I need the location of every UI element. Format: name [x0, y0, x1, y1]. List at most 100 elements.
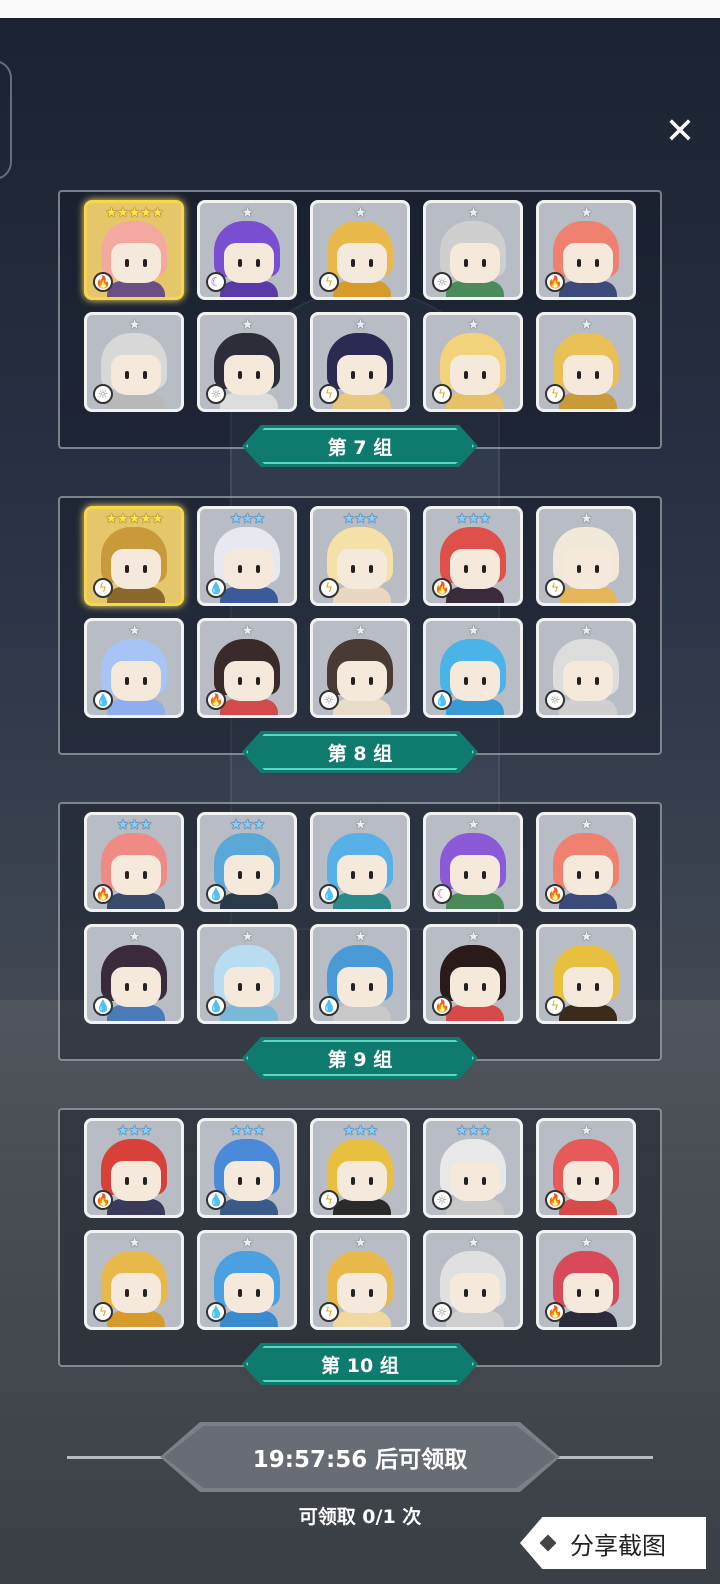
- hero-eye: [256, 565, 260, 573]
- hero-card[interactable]: ★ ☼: [197, 312, 297, 412]
- hero-card[interactable]: ★ ☼: [536, 618, 636, 718]
- hero-eye: [595, 1289, 599, 1297]
- hero-card[interactable]: ★★★★★ ϟ: [84, 506, 184, 606]
- star-rating: ★: [580, 1123, 593, 1139]
- hero-group: ★★★ 🔥 ★★★ 💧 ★ 💧 ★ ☾ ★ 🔥 ★ 💧 ★ 💧 ★ 💧 ★ 🔥 ★ ϟ 第 9 组: [58, 802, 662, 1079]
- hero-card[interactable]: ★ 💧: [84, 924, 184, 1024]
- hero-portrait-face: [224, 549, 274, 589]
- hero-eye: [351, 983, 355, 991]
- hero-card[interactable]: ★ ☼: [423, 1230, 523, 1330]
- hero-card[interactable]: ★ 🔥: [423, 924, 523, 1024]
- hero-portrait-body: [446, 1199, 504, 1215]
- hero-card[interactable]: ★★★ 💧: [197, 812, 297, 912]
- close-button[interactable]: ✕: [661, 110, 699, 152]
- share-screenshot-button[interactable]: 分享截图: [520, 1517, 706, 1569]
- hero-card[interactable]: ★ ☼: [423, 200, 523, 300]
- hero-card[interactable]: ★★★ ☼: [423, 1118, 523, 1218]
- group-label-text: 第 8 组: [327, 742, 393, 765]
- hero-card[interactable]: ★ 💧: [310, 924, 410, 1024]
- hero-card[interactable]: ★★★ 💧: [197, 506, 297, 606]
- hero-card[interactable]: ★ ϟ: [536, 312, 636, 412]
- claim-button[interactable]: 19:57:56 后可领取: [160, 1422, 560, 1492]
- hero-card[interactable]: ★ 🔥: [536, 1230, 636, 1330]
- hero-portrait-body: [559, 699, 617, 715]
- hero-portrait-face: [337, 243, 387, 283]
- water-element-icon: 💧: [206, 996, 226, 1016]
- hero-card[interactable]: ★ 🔥: [536, 1118, 636, 1218]
- hero-card[interactable]: ★ 🔥: [536, 200, 636, 300]
- fire-element-icon: 🔥: [206, 690, 226, 710]
- background-decoration: [0, 60, 12, 180]
- hero-eye: [482, 259, 486, 267]
- group-label: 第 9 组: [242, 1037, 478, 1079]
- hero-portrait-body: [333, 893, 391, 909]
- hero-eye: [464, 371, 468, 379]
- close-icon: ✕: [664, 110, 696, 152]
- hero-card[interactable]: ★ 🔥: [536, 812, 636, 912]
- dark-element-icon: ☾: [206, 272, 226, 292]
- hero-card[interactable]: ★ ☾: [197, 200, 297, 300]
- hero-card[interactable]: ★★★ ϟ: [310, 1118, 410, 1218]
- star-rating: ★★★: [455, 511, 492, 527]
- hero-card[interactable]: ★ 💧: [84, 618, 184, 718]
- hero-portrait-body: [559, 1005, 617, 1021]
- star-rating: ★: [580, 317, 593, 333]
- star-rating: ★: [241, 317, 254, 333]
- star-rating: ★★★★★: [105, 205, 164, 221]
- hero-portrait-face: [111, 549, 161, 589]
- hero-portrait-face: [450, 355, 500, 395]
- hero-card[interactable]: ★ ϟ: [536, 924, 636, 1024]
- hero-card[interactable]: ★ ϟ: [84, 1230, 184, 1330]
- hero-eye: [464, 677, 468, 685]
- hero-portrait-face: [563, 243, 613, 283]
- hero-portrait-body: [446, 393, 504, 409]
- hero-portrait-face: [224, 243, 274, 283]
- hero-portrait-body: [220, 1311, 278, 1327]
- hero-card-grid: ★★★ 🔥 ★★★ 💧 ★ 💧 ★ ☾ ★ 🔥 ★ 💧 ★ 💧 ★ 💧 ★ 🔥 ★ ϟ: [84, 812, 636, 1024]
- hero-card[interactable]: ★ 💧: [197, 1230, 297, 1330]
- hero-portrait-body: [446, 1311, 504, 1327]
- hero-card[interactable]: ★★★ ϟ: [310, 506, 410, 606]
- hero-portrait-body: [107, 587, 165, 603]
- hero-card[interactable]: ★ ☼: [310, 618, 410, 718]
- hero-eye: [369, 1289, 373, 1297]
- hero-eye: [256, 871, 260, 879]
- star-rating: ★★★: [116, 1123, 153, 1139]
- hero-eye: [238, 871, 242, 879]
- hero-card[interactable]: ★★★ 🔥: [84, 1118, 184, 1218]
- hero-card[interactable]: ★★★★★ 🔥: [84, 200, 184, 300]
- hero-card[interactable]: ★ 💧: [423, 618, 523, 718]
- hero-eye: [125, 1177, 129, 1185]
- hero-card[interactable]: ★ ϟ: [423, 312, 523, 412]
- hero-card[interactable]: ★★★ 🔥: [84, 812, 184, 912]
- hero-card[interactable]: ★ ϟ: [536, 506, 636, 606]
- water-element-icon: 💧: [319, 884, 339, 904]
- hero-card[interactable]: ★ ϟ: [310, 312, 410, 412]
- hero-card[interactable]: ★ ☾: [423, 812, 523, 912]
- hero-portrait-body: [107, 699, 165, 715]
- hero-eye: [482, 983, 486, 991]
- hero-portrait-body: [220, 281, 278, 297]
- hero-card[interactable]: ★ ☼: [84, 312, 184, 412]
- group-label-text: 第 7 组: [327, 436, 393, 459]
- hero-portrait-body: [333, 1005, 391, 1021]
- hero-eye: [238, 1177, 242, 1185]
- star-rating: ★: [467, 317, 480, 333]
- hero-card[interactable]: ★ 🔥: [197, 618, 297, 718]
- thunder-element-icon: ϟ: [93, 1302, 113, 1322]
- water-element-icon: 💧: [206, 1302, 226, 1322]
- hero-card[interactable]: ★ 💧: [310, 812, 410, 912]
- hero-card[interactable]: ★ ϟ: [310, 1230, 410, 1330]
- star-rating: ★★★: [342, 511, 379, 527]
- hero-portrait-face: [563, 855, 613, 895]
- hero-group: ★★★ 🔥 ★★★ 💧 ★★★ ϟ ★★★ ☼ ★ 🔥 ★ ϟ ★ 💧 ★ ϟ ★ ☼ ★ 🔥 第 10 组: [58, 1108, 662, 1385]
- star-rating: ★: [580, 205, 593, 221]
- hero-portrait-body: [107, 281, 165, 297]
- hero-portrait-face: [224, 661, 274, 701]
- hero-card[interactable]: ★ ϟ: [310, 200, 410, 300]
- hero-card[interactable]: ★★★ 💧: [197, 1118, 297, 1218]
- dark-element-icon: ☾: [432, 884, 452, 904]
- hero-portrait-face: [111, 967, 161, 1007]
- hero-card[interactable]: ★ 💧: [197, 924, 297, 1024]
- hero-card[interactable]: ★★★ 🔥: [423, 506, 523, 606]
